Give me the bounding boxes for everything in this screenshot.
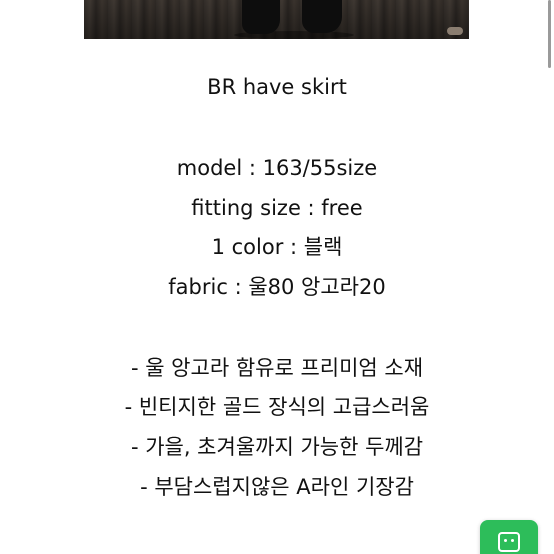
photo-detail <box>447 27 463 35</box>
left-boot <box>242 0 280 34</box>
feature-item: - 가을, 초겨울까지 가능한 두께감 <box>130 435 424 459</box>
right-boot <box>302 0 342 33</box>
spec-model: model : 163/55size <box>176 156 378 180</box>
feature-item: - 부담스럽지않은 A라인 기장감 <box>140 475 414 499</box>
chat-button[interactable] <box>480 520 538 554</box>
scrollbar[interactable] <box>546 0 554 554</box>
spec-color: 1 color : 블랙 <box>211 235 343 259</box>
product-photo <box>84 0 469 39</box>
chat-icon <box>498 532 520 552</box>
boots-image <box>234 0 354 39</box>
feature-item: - 울 앙고라 함유로 프리미엄 소재 <box>130 356 424 380</box>
product-detail-page: BR have skirt model : 163/55size fitting… <box>0 0 554 554</box>
spec-fitting-size: fitting size : free <box>191 196 363 220</box>
scrollbar-thumb[interactable] <box>548 0 551 68</box>
spec-fabric: fabric : 울80 앙고라20 <box>168 275 386 299</box>
product-title: BR have skirt <box>207 75 347 99</box>
feature-item: - 빈티지한 골드 장식의 고급스러움 <box>124 395 430 419</box>
